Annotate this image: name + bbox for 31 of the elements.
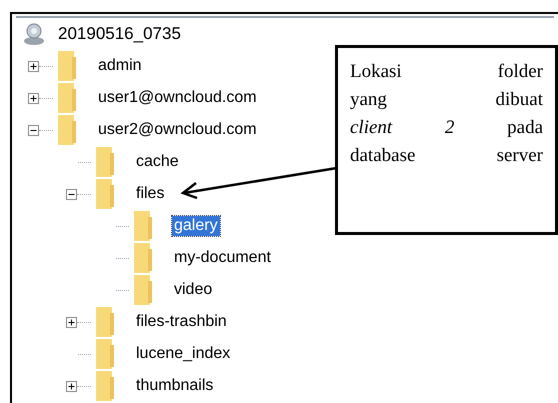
minus-icon[interactable] <box>66 188 77 200</box>
folder-icon <box>96 339 114 369</box>
folder-icon <box>134 243 152 273</box>
folder-label[interactable]: files-trashbin <box>134 312 229 332</box>
server-icon <box>22 22 46 46</box>
folder-label[interactable]: video <box>172 280 214 300</box>
folder-label[interactable]: cache <box>134 152 181 172</box>
folder-label[interactable]: thumbnails <box>134 376 216 396</box>
minus-icon[interactable] <box>28 124 39 136</box>
plus-icon[interactable] <box>66 380 77 392</box>
folder-label[interactable]: my-document <box>172 248 273 268</box>
plus-icon[interactable] <box>28 60 39 72</box>
root-label[interactable]: 20190516_0735 <box>58 21 181 47</box>
folder-icon <box>58 83 76 113</box>
folder-icon <box>58 115 76 145</box>
folder-label[interactable]: lucene_index <box>134 344 232 364</box>
folder-label[interactable]: files <box>134 184 166 204</box>
folder-label[interactable]: admin <box>96 56 144 76</box>
folder-icon <box>96 371 114 401</box>
folder-icon <box>96 179 114 209</box>
folder-icon <box>96 147 114 177</box>
plus-icon[interactable] <box>66 316 77 328</box>
folder-icon <box>96 307 114 337</box>
plus-icon[interactable] <box>28 92 39 104</box>
folder-icon <box>58 51 76 81</box>
folder-icon <box>134 275 152 305</box>
folder-icon <box>134 211 152 241</box>
folder-label[interactable]: galery <box>172 216 220 236</box>
folder-label[interactable]: user2@owncloud.com <box>96 120 259 140</box>
callout-text: Lokasi folder yang dibuat client 2 pada database server <box>350 60 543 168</box>
folder-label[interactable]: user1@owncloud.com <box>96 88 259 108</box>
